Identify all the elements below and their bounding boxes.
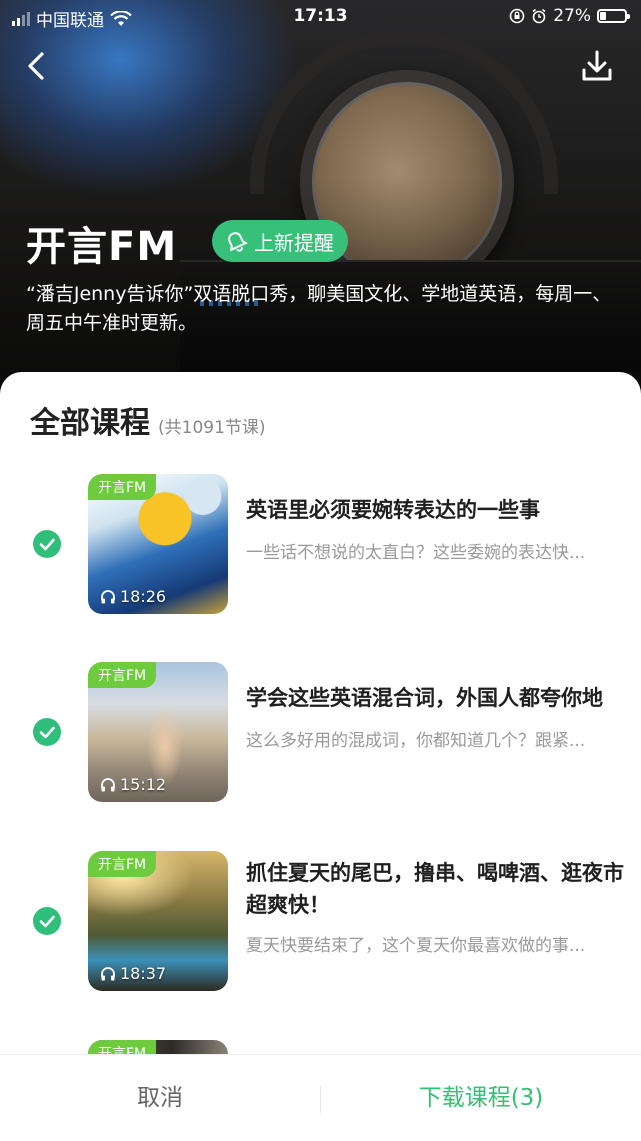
course-item[interactable]: 开言FM 15:12 学会这些英语混合词，外国人都夸你地 这么多好用的混成词，你… <box>0 662 641 802</box>
new-release-reminder-button[interactable]: 上新提醒 <box>212 220 348 262</box>
check-icon <box>39 915 55 928</box>
battery-percent: 27% <box>553 6 591 26</box>
course-subtitle: 一些话不想说的太直白？这些委婉的表达快... <box>246 543 586 563</box>
duration-label: 18:37 <box>100 964 166 983</box>
headphones-icon <box>101 966 115 980</box>
bell-icon <box>228 232 248 252</box>
reminder-label: 上新提醒 <box>254 230 334 255</box>
course-list-panel: 全部课程 (共1091节课) 开言FM 18:26 英语里必须要婉转表达的一些事… <box>0 372 641 1140</box>
checkbox-checked[interactable] <box>33 530 61 558</box>
course-count: (共1091节课) <box>158 418 266 438</box>
program-title: 开言FM <box>26 224 178 270</box>
bottom-action-bar: 取消 下载课程(3) <box>0 1054 641 1141</box>
duration-label: 15:12 <box>100 775 166 794</box>
course-item[interactable]: 开言FM 18:37 抓住夏天的尾巴，撸串、喝啤酒、逛夜市超爽快！ 夏天快要结束… <box>0 851 641 991</box>
thumbnail-tag: 开言FM <box>88 662 157 688</box>
download-icon <box>582 50 612 81</box>
course-item[interactable]: 开言FM 18:26 英语里必须要婉转表达的一些事 一些话不想说的太直白？这些委… <box>0 474 641 614</box>
headphones-icon <box>101 777 115 791</box>
status-bar: 中国联通 17:13 27% <box>0 0 641 34</box>
duration-label: 18:26 <box>100 587 166 606</box>
section-title: 全部课程 <box>30 406 150 441</box>
course-subtitle: 这么多好用的混成词，你都知道几个？跟紧... <box>246 731 586 751</box>
checkbox-checked[interactable] <box>33 907 61 935</box>
program-description: “潘吉Jenny告诉你”双语脱口秀，聊美国文化、学地道英语，每周一、周五中午准时… <box>26 283 612 334</box>
course-title: 学会这些英语混合词，外国人都夸你地 <box>246 686 603 710</box>
check-icon <box>39 726 55 739</box>
battery-icon <box>597 9 630 23</box>
back-button[interactable] <box>20 48 56 84</box>
course-thumbnail: 开言FM 18:26 <box>88 474 228 614</box>
course-thumbnail: 开言FM 15:12 <box>88 662 228 802</box>
course-subtitle: 夏天快要结束了，这个夏天你最喜欢做的事... <box>246 936 586 956</box>
course-title: 英语里必须要婉转表达的一些事 <box>246 498 540 522</box>
course-thumbnail: 开言FM 18:37 <box>88 851 228 991</box>
checkbox-checked[interactable] <box>33 718 61 746</box>
check-icon <box>39 538 55 551</box>
course-title: 抓住夏天的尾巴，撸串、喝啤酒、逛夜市超爽快！ <box>246 861 624 917</box>
cancel-button[interactable]: 取消 <box>0 1055 320 1141</box>
thumbnail-tag: 开言FM <box>88 474 157 500</box>
alarm-icon <box>532 8 546 24</box>
headphones-icon <box>101 589 115 603</box>
download-courses-button[interactable]: 下载课程(3) <box>321 1055 641 1141</box>
section-header: 全部课程 (共1091节课) <box>30 398 266 442</box>
rotation-lock-icon <box>509 8 525 24</box>
thumbnail-tag: 开言FM <box>88 851 157 877</box>
header-banner: 中国联通 17:13 27% 开言FM 上新提醒 “潘吉Jenny告诉你”双语脱… <box>0 0 641 400</box>
download-button[interactable] <box>579 48 615 84</box>
chevron-left-icon <box>28 52 44 80</box>
